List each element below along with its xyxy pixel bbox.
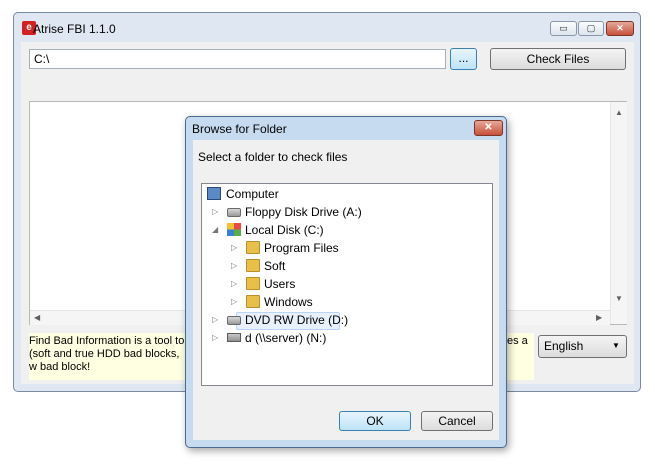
floppy-drive-icon: [227, 208, 241, 217]
vertical-scrollbar[interactable]: ▲ ▼: [610, 102, 627, 324]
expand-icon[interactable]: ▷: [231, 239, 237, 257]
collapse-icon[interactable]: ◢: [212, 221, 218, 239]
path-input[interactable]: C:\: [29, 49, 446, 69]
tree-node-label: Users: [264, 277, 296, 291]
tree-node-label: Computer: [226, 187, 279, 201]
chevron-down-icon[interactable]: ▼: [612, 341, 620, 350]
cancel-button[interactable]: Cancel: [421, 411, 493, 431]
computer-icon: [207, 187, 221, 200]
folder-icon: [246, 259, 260, 272]
info-text-right: es a: [507, 335, 528, 347]
folder-icon: [246, 295, 260, 308]
scroll-left-icon[interactable]: ◀: [34, 313, 40, 322]
info-text: Find Bad Information is a tool to (soft …: [29, 335, 185, 373]
expand-icon[interactable]: ▷: [212, 203, 218, 221]
folder-icon: [246, 241, 260, 254]
tree-node-label: DVD RW Drive (D:): [245, 313, 349, 327]
local-disk-icon: [227, 223, 241, 236]
dialog-prompt: Select a folder to check files: [198, 150, 348, 164]
browse-button[interactable]: ...: [450, 48, 477, 70]
network-drive-icon: [227, 333, 241, 342]
expand-icon[interactable]: ▷: [212, 311, 218, 329]
maximize-button[interactable]: ▢: [578, 21, 604, 36]
expand-icon[interactable]: ▷: [212, 329, 218, 347]
scroll-up-icon[interactable]: ▲: [615, 108, 623, 117]
expand-icon[interactable]: ▷: [231, 293, 237, 311]
check-files-button[interactable]: Check Files: [490, 48, 626, 70]
tree-node-label: Windows: [264, 295, 313, 309]
dialog-close-button[interactable]: ✕: [474, 120, 503, 136]
dvd-drive-icon: [227, 316, 241, 325]
minimize-button[interactable]: ▭: [550, 21, 577, 36]
tree-node-label: Local Disk (C:): [245, 223, 324, 237]
dialog-title: Browse for Folder: [192, 122, 287, 136]
ok-button[interactable]: OK: [339, 411, 411, 431]
window-title: Atrise FBI 1.1.0: [33, 22, 116, 36]
scroll-right-icon[interactable]: ▶: [596, 313, 602, 322]
tree-node-label: Soft: [264, 259, 286, 273]
tree-node-label: d (\\server) (N:): [245, 331, 327, 345]
scroll-down-icon[interactable]: ▼: [615, 294, 623, 303]
folder-icon: [246, 277, 260, 290]
tree-node-label: Floppy Disk Drive (A:): [245, 205, 362, 219]
expand-icon[interactable]: ▷: [231, 257, 237, 275]
expand-icon[interactable]: ▷: [231, 275, 237, 293]
tree-node-label: Program Files: [264, 241, 339, 255]
close-button[interactable]: ✕: [606, 21, 634, 36]
